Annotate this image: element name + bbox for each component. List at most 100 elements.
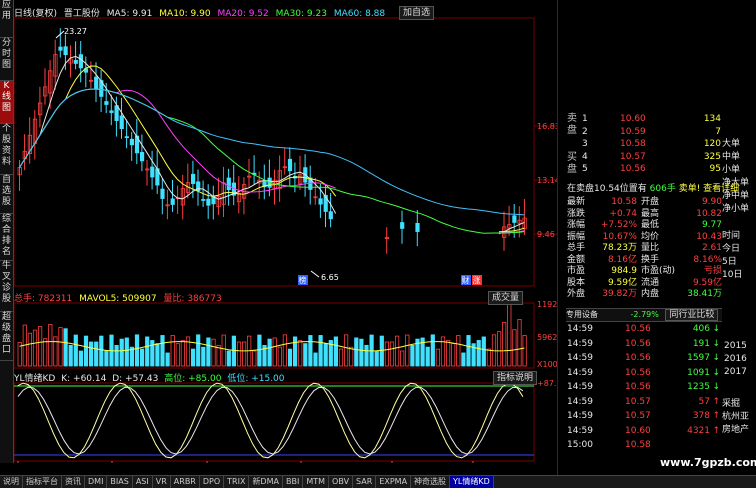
sector-list-item[interactable]: 杭州亚 — [722, 411, 749, 423]
sector-list-item[interactable]: 房地产 — [722, 424, 749, 436]
side-tab-8[interactable]: 超 级 盘 口 — [0, 312, 13, 361]
kd-name: YL情绪KD — [14, 374, 56, 384]
volume-bar — [384, 341, 390, 367]
kd-d: D: +57.43 — [112, 374, 159, 384]
time-axis-2[interactable]: 今日 — [722, 243, 740, 255]
bottom-tab[interactable]: YL情绪KD — [450, 476, 494, 488]
candle-body — [160, 188, 165, 199]
order-type-6[interactable]: 净小单 — [722, 203, 749, 215]
order-book-row[interactable]: 1 10.60 134 — [580, 113, 723, 125]
add-favorite-button[interactable]: 加自选 — [399, 6, 435, 20]
bid-note-row: 在卖盘10.54位置有 606手 卖单! 查看详细 — [567, 183, 739, 195]
arrow-down-icon: ↓ — [712, 353, 720, 363]
side-tab-5[interactable]: 自 选 股 — [0, 175, 13, 214]
indicator-help-button[interactable]: 指标说明 — [493, 371, 538, 385]
bottom-tab[interactable]: ASI — [133, 476, 153, 488]
time-axis-1[interactable]: 时间 — [722, 230, 740, 242]
quote-label: 外盘 — [567, 289, 586, 299]
volume-bar — [461, 352, 466, 367]
bottom-tab[interactable]: SAR — [353, 476, 377, 488]
quote-value: 2.61 — [701, 243, 722, 253]
bottom-tab[interactable]: VR — [153, 476, 171, 488]
candle-body — [287, 158, 293, 172]
volume-bar — [160, 335, 165, 367]
bid-link[interactable]: 卖单! 查看详细 — [679, 184, 739, 194]
candle-body — [109, 110, 114, 113]
bottom-tab[interactable]: 资讯 — [62, 476, 85, 488]
bottom-tab[interactable]: OBV — [329, 476, 354, 488]
tick-price: 10.56 — [625, 367, 651, 378]
tick-time: 14:59 — [567, 353, 593, 363]
volume-bar — [338, 348, 344, 367]
order-book: 1 10.60 134 2 10.59 7 3 10.58 120 4 10.57 325 5 10.56… — [580, 113, 723, 175]
year-item[interactable]: 2017 — [724, 366, 747, 378]
volume-bar — [425, 346, 430, 367]
side-tab-1[interactable]: 应 用 — [0, 0, 13, 38]
quote-label: 内盘 — [641, 289, 660, 299]
chart-area[interactable]: 16.8313.149.4623.276.65榜财涨06070809101111… — [14, 0, 557, 463]
side-tab-3[interactable]: K 线 图 — [0, 81, 13, 124]
tick-time: 14:59 — [567, 425, 593, 436]
bottom-tab[interactable]: DPO — [200, 476, 225, 488]
candle-body — [73, 59, 78, 64]
volume-bar — [89, 341, 94, 367]
order-type-3[interactable]: 小单 — [722, 164, 740, 176]
side-tab-2[interactable]: 分 时 图 — [0, 38, 13, 81]
industry-compare-button[interactable]: 同行业比较 — [665, 309, 719, 321]
order-type-1[interactable]: 大单 — [722, 138, 740, 150]
candle-body — [104, 101, 109, 105]
sector-name: 专用设备 — [566, 310, 598, 319]
chart-tag-3[interactable]: 涨 — [473, 275, 481, 285]
quote-label: 开盘 — [641, 197, 660, 207]
volume-bar — [165, 352, 170, 367]
chart-tag-1[interactable]: 榜 — [299, 275, 307, 285]
volume-bar — [466, 335, 471, 367]
order-book-row[interactable]: 4 10.57 325 — [580, 151, 723, 163]
order-book-row[interactable]: 3 10.58 120 — [580, 138, 723, 150]
quote-row: 金额 8.16亿 换手 8.16% — [567, 254, 722, 266]
tick-row: 15:00 10.58 — [567, 439, 722, 451]
bottom-tab[interactable]: BIAS — [107, 476, 133, 488]
order-price: 10.58 — [620, 139, 646, 149]
volume-bar — [221, 334, 226, 367]
volume-bar — [83, 335, 89, 367]
bottom-tab[interactable]: ARBR — [171, 476, 200, 488]
side-tab-6[interactable]: 综 合 排 名 — [0, 214, 13, 261]
side-tab-7[interactable]: 牛 叉 诊 股 — [0, 261, 13, 312]
candle-body — [150, 166, 155, 178]
quote-value: 10.67% — [602, 231, 637, 242]
bottom-tab[interactable]: 新DMA — [249, 476, 283, 488]
bottom-tab[interactable]: BBI — [283, 476, 304, 488]
volume-bar — [354, 337, 359, 367]
order-book-row[interactable]: 2 10.59 7 — [580, 126, 723, 138]
bottom-tab[interactable]: 神奇选股 — [411, 476, 451, 488]
bottom-tab[interactable]: 说明 — [0, 476, 23, 488]
year-item[interactable]: 2016 — [724, 353, 747, 365]
tick-time: 15:00 — [567, 440, 593, 450]
quote-value: 38.41万 — [687, 289, 722, 299]
candle-body — [63, 46, 68, 56]
volume-header: 总手: 782311 MAVOL5: 509907 量比: 386773 — [14, 291, 222, 304]
bottom-tab[interactable]: EXPMA — [376, 476, 412, 488]
volume-indicator-button[interactable]: 成交量 — [488, 291, 524, 305]
volume-bar — [456, 335, 461, 367]
tick-list: 14:59 10.56 406 ↓ 14:59 10.56 191 ↓ 14:59 10.56 15… — [567, 323, 722, 450]
volume-tick: 5962 — [537, 333, 557, 342]
quote-label: 最低 — [641, 220, 660, 230]
bottom-tab[interactable]: DMI — [85, 476, 108, 488]
bottom-tab[interactable]: TRIX — [224, 476, 250, 488]
sector-list-item[interactable]: 采掘 — [722, 398, 740, 410]
low-annotation: 6.65 — [321, 273, 339, 282]
arrow-up-icon: ↑ — [712, 396, 720, 407]
side-tab-4[interactable]: 个 股 资 料 — [0, 124, 13, 175]
bottom-tab[interactable]: MTM — [303, 476, 330, 488]
time-axis-4[interactable]: 10日 — [722, 269, 742, 281]
time-axis-3[interactable]: 5日 — [722, 256, 737, 268]
chart-tag-2[interactable]: 财 — [462, 275, 470, 285]
year-item[interactable]: 2015 — [724, 340, 747, 352]
bottom-tab[interactable]: 指标平台 — [23, 476, 62, 488]
volume-bar — [517, 319, 522, 367]
order-book-row[interactable]: 5 10.56 95 — [580, 163, 723, 175]
order-type-2[interactable]: 中单 — [722, 151, 740, 163]
quote-label: 金额 — [567, 254, 586, 265]
